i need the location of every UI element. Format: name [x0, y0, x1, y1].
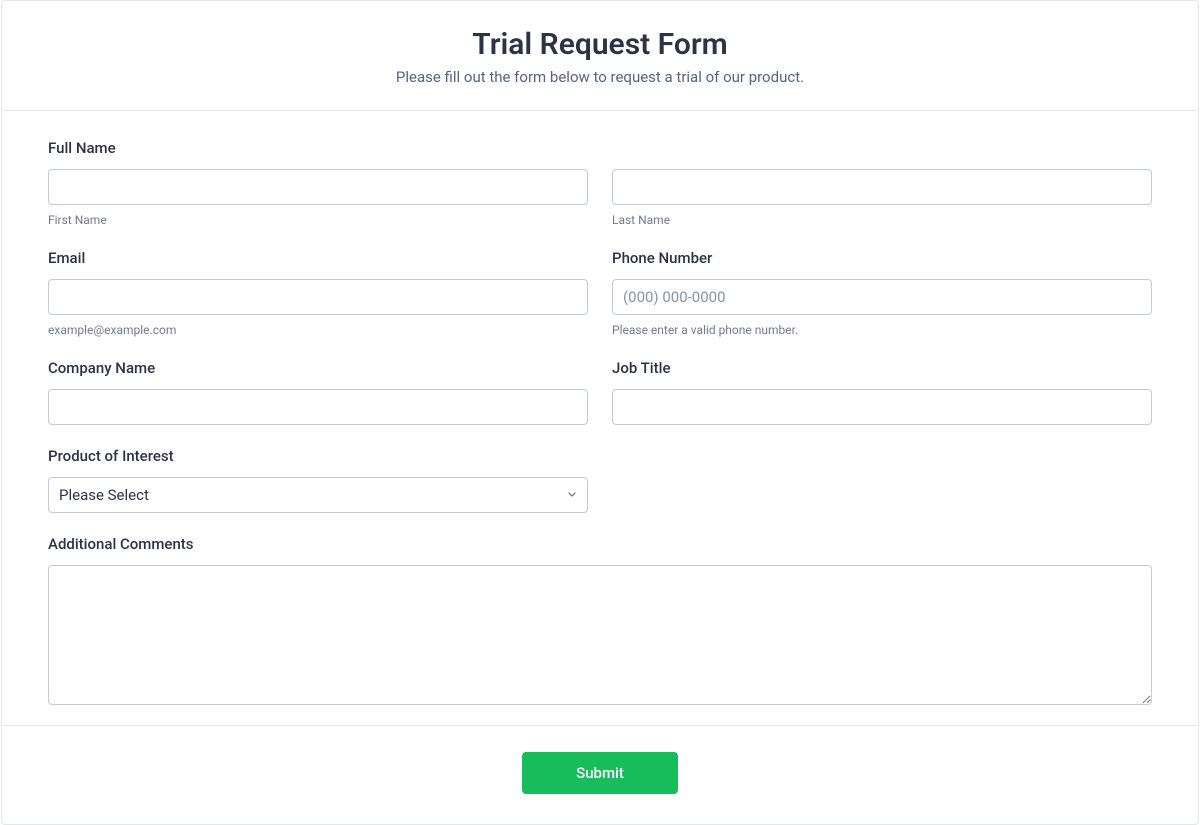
email-sublabel: example@example.com: [48, 323, 588, 337]
last-name-col: Last Name: [612, 169, 1152, 227]
job-title-label: Job Title: [612, 359, 1152, 377]
name-inputs-row: First Name Last Name: [48, 169, 1152, 227]
comments-label: Additional Comments: [48, 535, 1152, 553]
email-input[interactable]: [48, 279, 588, 315]
trial-request-form: Trial Request Form Please fill out the f…: [1, 0, 1199, 825]
first-name-input[interactable]: [48, 169, 588, 205]
full-name-label: Full Name: [48, 139, 1152, 157]
company-col: Company Name: [48, 359, 588, 425]
phone-label: Phone Number: [612, 249, 1152, 267]
email-phone-row: Email example@example.com Phone Number P…: [48, 249, 1152, 337]
full-name-group: Full Name First Name Last Name: [48, 139, 1152, 227]
form-header: Trial Request Form Please fill out the f…: [2, 1, 1198, 111]
product-select-wrapper: Please Select: [48, 477, 588, 513]
last-name-input[interactable]: [612, 169, 1152, 205]
product-label: Product of Interest: [48, 447, 588, 465]
job-title-col: Job Title: [612, 359, 1152, 425]
form-subtitle: Please fill out the form below to reques…: [42, 68, 1158, 86]
email-label: Email: [48, 249, 588, 267]
phone-input[interactable]: [612, 279, 1152, 315]
product-select[interactable]: Please Select: [48, 477, 588, 513]
job-title-input[interactable]: [612, 389, 1152, 425]
phone-sublabel: Please enter a valid phone number.: [612, 323, 1152, 337]
product-col: Product of Interest Please Select: [48, 447, 588, 513]
comments-textarea[interactable]: [48, 565, 1152, 705]
first-name-sublabel: First Name: [48, 213, 588, 227]
company-label: Company Name: [48, 359, 588, 377]
phone-col: Phone Number Please enter a valid phone …: [612, 249, 1152, 337]
company-input[interactable]: [48, 389, 588, 425]
first-name-col: First Name: [48, 169, 588, 227]
company-job-row: Company Name Job Title: [48, 359, 1152, 425]
form-title: Trial Request Form: [42, 27, 1158, 62]
email-col: Email example@example.com: [48, 249, 588, 337]
form-footer: Submit: [2, 725, 1198, 824]
form-body: Full Name First Name Last Name Email exa…: [2, 111, 1198, 725]
last-name-sublabel: Last Name: [612, 213, 1152, 227]
comments-col: Additional Comments: [48, 535, 1152, 705]
submit-button[interactable]: Submit: [522, 752, 678, 794]
